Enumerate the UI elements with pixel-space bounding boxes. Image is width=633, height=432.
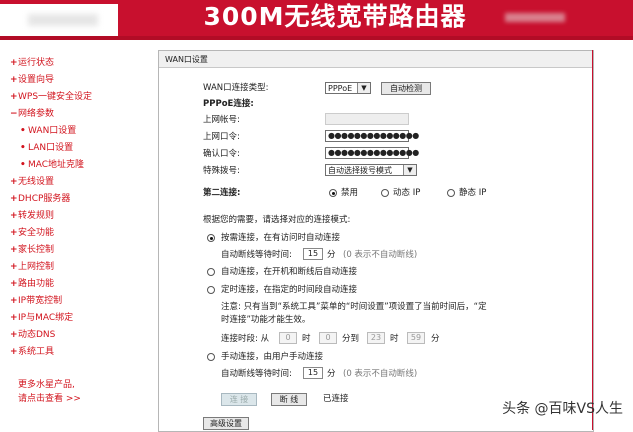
timed-note-line1: 注意: 只有当到“系统工具”菜单的“时间设置”项设置了当前时间后，“定	[221, 302, 487, 312]
connect-button[interactable]: 连 接	[221, 393, 257, 406]
wan-type-select[interactable]: PPPoE ▼	[325, 82, 371, 94]
period-to-label: 分到	[342, 334, 360, 344]
idle-time-label: 自动断线等待时间:	[221, 250, 292, 260]
wan-settings-panel: WAN口设置 WAN口连接类型: PPPoE ▼ 自动检测 PPPoE连接: 上…	[158, 50, 594, 432]
auto-detect-button[interactable]: 自动检测	[381, 82, 431, 95]
chevron-down-icon: ▼	[357, 83, 370, 93]
header-banner: 300M无线宽带路由器	[0, 0, 633, 40]
chevron-down-icon: ▼	[403, 165, 416, 175]
account-input[interactable]	[325, 113, 409, 125]
second-disabled-radio[interactable]	[329, 189, 337, 197]
mode-on-demand-radio[interactable]	[207, 234, 215, 242]
dial-mode-label: 特殊拨号:	[203, 166, 240, 176]
sidebar-item-routing[interactable]: +路由功能	[10, 277, 54, 291]
mode-manual-label: 手动连接，由用户手动连接	[221, 352, 324, 362]
mode-timed-radio[interactable]	[207, 286, 215, 294]
router-title: 300M无线宽带路由器	[203, 2, 467, 31]
password-input[interactable]: ●●●●●●●●●●●●●●	[325, 130, 419, 142]
sidebar-item-parental[interactable]: +家长控制	[10, 243, 54, 257]
blurred-logo	[0, 4, 118, 36]
idle-time-unit: 分	[327, 250, 336, 260]
idle-time-unit-2: 分	[327, 369, 336, 379]
period-to-minute-input[interactable]: 59	[407, 332, 425, 344]
mode-on-demand-label: 按需连接，在有访问时自动连接	[221, 233, 341, 243]
second-disabled-label: 禁用	[341, 188, 359, 198]
panel-title: WAN口设置	[159, 51, 593, 68]
sidebar-item-network[interactable]: −网络参数	[10, 107, 54, 121]
sidebar-menu: +运行状态 +设置向导 +WPS一键安全设定 −网络参数 • WAN口设置 • LA…	[0, 50, 150, 430]
period-hour-unit-2: 时	[390, 334, 399, 344]
sidebar-item-security[interactable]: +安全功能	[10, 226, 54, 240]
sidebar-item-system-tools[interactable]: +系统工具	[10, 345, 54, 359]
second-static-ip-radio[interactable]	[447, 189, 455, 197]
watermark-text: 头条 @百味VS人生	[502, 401, 623, 417]
period-hour-unit: 时	[302, 334, 311, 344]
sidebar-item-status[interactable]: +运行状态	[10, 56, 54, 70]
sidebar-item-forwarding[interactable]: +转发规则	[10, 209, 54, 223]
period-from-minute-input[interactable]: 0	[319, 332, 337, 344]
pppoe-heading: PPPoE连接:	[203, 99, 254, 109]
sidebar-item-dhcp[interactable]: +DHCP服务器	[10, 192, 70, 206]
mode-timed-label: 定时连接，在指定的时间段自动连接	[221, 285, 358, 295]
sidebar-item-lan[interactable]: • LAN口设置	[20, 141, 73, 155]
account-label: 上网帐号:	[203, 115, 240, 125]
sidebar-item-wps[interactable]: +WPS一键安全设定	[10, 90, 92, 104]
confirm-password-label: 确认口令:	[203, 149, 240, 159]
timed-note-line2: 时连接”功能才能生效。	[221, 315, 311, 325]
disconnect-button[interactable]: 断 线	[271, 393, 307, 406]
wan-type-label: WAN口连接类型:	[203, 83, 269, 93]
period-from-hour-input[interactable]: 0	[279, 332, 297, 344]
more-products-link[interactable]: 更多水星产品, 请点击查看 >>	[18, 378, 81, 406]
mode-manual-radio[interactable]	[207, 353, 215, 361]
second-static-ip-label: 静态 IP	[459, 188, 487, 198]
password-label: 上网口令:	[203, 132, 240, 142]
sidebar-item-bandwidth[interactable]: +IP带宽控制	[10, 294, 62, 308]
sidebar-item-wan[interactable]: • WAN口设置	[20, 124, 76, 138]
period-label: 连接时段: 从	[221, 334, 270, 344]
mode-auto-radio[interactable]	[207, 268, 215, 276]
blurred-model	[505, 13, 565, 22]
sidebar-item-ddns[interactable]: +动态DNS	[10, 328, 55, 342]
advanced-settings-button[interactable]: 高级设置	[203, 417, 249, 430]
sidebar-item-mac-clone[interactable]: • MAC地址克隆	[20, 158, 84, 172]
sidebar-item-wizard[interactable]: +设置向导	[10, 73, 54, 87]
second-dynamic-ip-label: 动态 IP	[393, 188, 421, 198]
confirm-password-input[interactable]: ●●●●●●●●●●●●●●	[325, 147, 419, 159]
sidebar-item-access-control[interactable]: +上网控制	[10, 260, 54, 274]
connection-status: 已连接	[323, 394, 349, 404]
idle-time-hint-2: (0 表示不自动断线)	[343, 369, 418, 379]
dial-mode-select[interactable]: 自动选择拨号模式 ▼	[325, 164, 417, 176]
sidebar-item-ip-mac-binding[interactable]: +IP与MAC绑定	[10, 311, 73, 325]
idle-time-label-2: 自动断线等待时间:	[221, 369, 292, 379]
idle-time-input-2[interactable]: 15	[303, 367, 323, 379]
mode-prompt: 根据您的需要，请选择对应的连接模式:	[203, 215, 351, 225]
idle-time-input[interactable]: 15	[303, 248, 323, 260]
second-dynamic-ip-radio[interactable]	[381, 189, 389, 197]
idle-time-hint: (0 表示不自动断线)	[343, 250, 418, 260]
mode-auto-label: 自动连接，在开机和断线后自动连接	[221, 267, 358, 277]
period-to-hour-input[interactable]: 23	[367, 332, 385, 344]
period-minute-unit: 分	[431, 334, 440, 344]
second-connection-label: 第二连接:	[203, 188, 241, 198]
sidebar-item-wireless[interactable]: +无线设置	[10, 175, 54, 189]
